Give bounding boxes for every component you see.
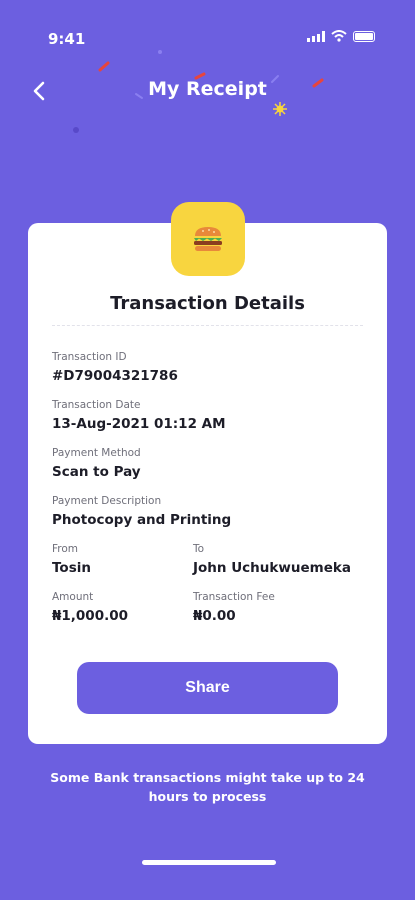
payment-description-field: Payment Description Photocopy and Printi…	[52, 495, 231, 528]
share-button[interactable]: Share	[77, 662, 338, 714]
header: My Receipt	[0, 70, 415, 110]
payment-method-field: Payment Method Scan to Pay	[52, 447, 141, 480]
divider	[52, 325, 363, 326]
payment-method-value: Scan to Pay	[52, 464, 141, 480]
payment-method-label: Payment Method	[52, 447, 141, 459]
transaction-date-value: 13-Aug-2021 01:12 AM	[52, 416, 226, 432]
burger-icon	[194, 227, 222, 251]
card-title: Transaction Details	[110, 293, 305, 314]
payment-description-label: Payment Description	[52, 495, 162, 507]
amount-field: Amount ₦1,000.00	[52, 591, 128, 624]
from-value: Tosin	[52, 560, 91, 576]
home-indicator	[142, 860, 276, 865]
payment-description-value: Photocopy and Printing	[52, 512, 232, 528]
transaction-id-value: #D79004321786	[52, 368, 178, 384]
to-label: To	[193, 543, 205, 555]
amount-value: ₦1,000.00	[52, 608, 129, 624]
to-value: John Uchukwuemeka	[193, 560, 351, 576]
transaction-id-field: Transaction ID #D79004321786	[52, 351, 178, 384]
transaction-fee-value: ₦0.00	[193, 608, 236, 624]
amount-label: Amount	[52, 591, 94, 603]
transaction-id-label: Transaction ID	[52, 351, 127, 363]
category-badge	[171, 202, 245, 276]
processing-note: Some Bank transactions might take up to …	[50, 770, 365, 804]
transaction-date-field: Transaction Date 13-Aug-2021 01:12 AM	[52, 399, 226, 432]
from-label: From	[52, 543, 79, 555]
from-field: From Tosin	[52, 543, 91, 576]
transaction-date-label: Transaction Date	[52, 399, 141, 411]
to-field: To John Uchukwuemeka	[193, 543, 351, 576]
transaction-fee-label: Transaction Fee	[193, 591, 275, 603]
transaction-fee-field: Transaction Fee ₦0.00	[193, 591, 275, 624]
page-title: My Receipt	[148, 78, 267, 100]
receipt-card: Transaction Details Transaction ID #D790…	[28, 223, 387, 744]
